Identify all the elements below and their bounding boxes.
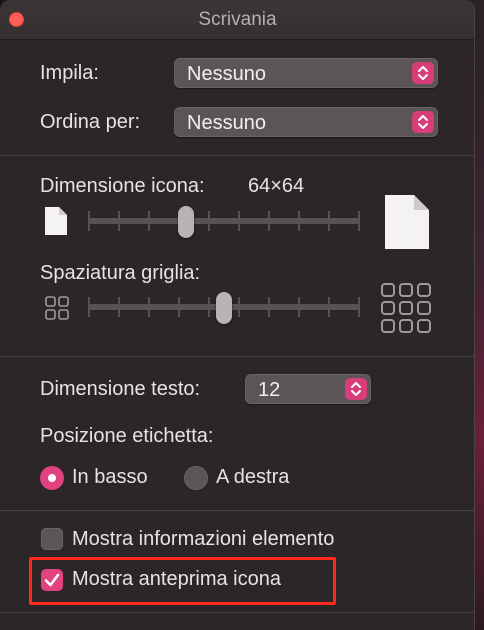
slider-tick — [238, 297, 240, 317]
slider-tick — [268, 211, 270, 231]
sort-value: Nessuno — [187, 112, 266, 134]
slider-tick — [208, 297, 210, 317]
icon-size-value: 64×64 — [248, 175, 305, 197]
title-bar[interactable]: Scrivania — [0, 0, 474, 40]
slider-tick — [298, 297, 300, 317]
sort-popup[interactable]: Nessuno — [174, 107, 438, 137]
slider-tick — [148, 211, 150, 231]
radio-bottom-label[interactable]: In basso — [72, 466, 148, 489]
grid-spacing-label: Spaziatura griglia: — [40, 262, 201, 284]
icon-size-label: Dimensione icona: — [40, 175, 205, 197]
view-options-window: Scrivania Impila: Nessuno Ordina per: Ne… — [0, 0, 475, 630]
stack-value: Nessuno — [187, 63, 266, 85]
label-position-label: Posizione etichetta: — [40, 425, 214, 447]
slider-thumb[interactable] — [216, 292, 232, 324]
sort-label: Ordina per: — [40, 111, 141, 133]
section-divider — [0, 510, 474, 511]
slider-tick — [328, 297, 330, 317]
slider-tick — [118, 297, 120, 317]
slider-tick — [268, 297, 270, 317]
text-size-label: Dimensione testo: — [40, 378, 201, 400]
large-grid-icon — [381, 283, 431, 333]
slider-track — [88, 218, 360, 224]
section-divider — [0, 356, 474, 357]
radio-right-label[interactable]: A destra — [216, 466, 289, 489]
stack-popup[interactable]: Nessuno — [174, 58, 438, 88]
stack-label: Impila: — [40, 62, 99, 84]
slider-tick — [88, 297, 90, 317]
large-document-icon — [385, 195, 429, 249]
section-divider — [0, 155, 474, 156]
show-item-info-checkbox[interactable] — [41, 528, 63, 550]
radio-bottom[interactable] — [40, 466, 64, 490]
slider-tick — [358, 297, 360, 317]
annotation-highlight — [29, 557, 336, 605]
slider-thumb[interactable] — [178, 206, 194, 238]
slider-tick — [208, 211, 210, 231]
slider-tick — [118, 211, 120, 231]
slider-tick — [88, 211, 90, 231]
popup-arrows-icon — [345, 378, 367, 400]
show-item-info-label[interactable]: Mostra informazioni elemento — [72, 528, 334, 551]
window-title: Scrivania — [198, 9, 277, 30]
slider-tick — [238, 211, 240, 231]
text-size-value: 12 — [258, 379, 281, 401]
slider-tick — [328, 211, 330, 231]
small-document-icon — [45, 207, 67, 235]
slider-tick — [358, 211, 360, 231]
popup-arrows-icon — [412, 111, 434, 133]
section-divider — [0, 612, 474, 613]
small-grid-icon — [45, 296, 69, 320]
text-size-popup[interactable]: 12 — [245, 374, 371, 404]
slider-tick — [178, 297, 180, 317]
popup-arrows-icon — [412, 62, 434, 84]
grid-spacing-slider[interactable] — [88, 292, 360, 324]
slider-tick — [298, 211, 300, 231]
slider-tick — [148, 297, 150, 317]
icon-size-slider[interactable] — [88, 206, 360, 238]
radio-right[interactable] — [184, 466, 208, 490]
